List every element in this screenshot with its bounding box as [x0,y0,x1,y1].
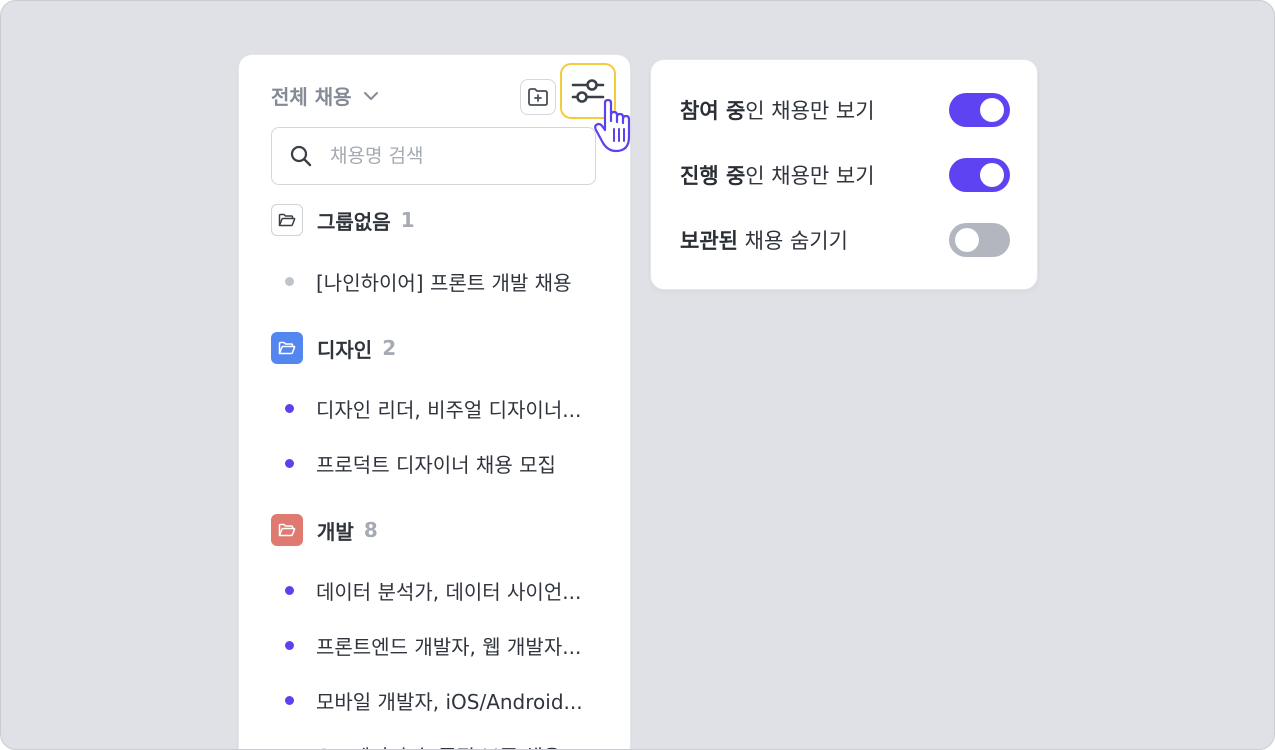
chevron-down-icon [363,91,378,100]
job-title: 데이터 분석가, 데이터 사이언... [316,580,582,604]
status-dot [285,641,294,650]
job-search-field[interactable] [271,127,596,185]
folder-badge [271,204,303,236]
toggle-knob [980,163,1004,187]
filter-options-popover: 참여 중인 채용만 보기 진행 중인 채용만 보기 보관된 채용 숨기기 [650,59,1038,290]
job-title: 모바일 개발자, iOS/Android... [316,690,583,714]
toggle-knob [980,98,1004,122]
job-title: QA 엔지니어, 품질 보증 채용 [316,741,561,749]
folder-badge [271,514,303,546]
toggle-switch[interactable] [949,223,1010,257]
option-row-participating: 참여 중인 채용만 보기 [680,93,1010,127]
toggle-switch[interactable] [949,93,1010,127]
option-label: 진행 중인 채용만 보기 [680,160,875,190]
option-label: 보관된 채용 숨기기 [680,225,848,255]
status-dot [285,404,294,413]
job-list-item[interactable]: 디자인 리더, 비주얼 디자이너... [285,394,581,423]
job-list-item[interactable]: QA 엔지니어, 품질 보증 채용 [285,741,561,749]
scope-dropdown[interactable]: 전체 채용 [271,81,380,110]
toggle-switch[interactable] [949,158,1010,192]
status-dot [285,277,294,286]
folder-open-icon [278,341,296,354]
group-header-development[interactable]: 개발 8 [271,514,378,546]
group-name: 디자인 [317,337,373,362]
status-dot [285,696,294,705]
group-header-ungrouped[interactable]: 그룹없음 1 [271,204,415,236]
folder-open-icon [278,523,296,536]
group-count: 2 [382,336,397,360]
option-label-strong: 참여 중 [680,99,746,123]
option-label-rest: 채용 숨기기 [737,229,848,253]
job-title: 프로덕트 디자이너 채용 모집 [316,453,556,477]
option-row-in-progress: 진행 중인 채용만 보기 [680,158,1010,192]
option-label-rest: 인 채용만 보기 [745,164,875,188]
option-row-hide-archived: 보관된 채용 숨기기 [680,223,1010,257]
job-title: 프론트엔드 개발자, 웹 개발자... [316,635,582,659]
group-name: 개발 [317,519,354,544]
app-canvas: 전체 채용 채용명 검색 그룹없음 1 [나인하이어] 프론트 개발 채용 디자… [0,0,1275,750]
folder-badge [271,332,303,364]
job-list-item[interactable]: 프로덕트 디자이너 채용 모집 [285,449,556,478]
job-title: [나인하이어] 프론트 개발 채용 [316,271,572,295]
status-dot [285,586,294,595]
group-name: 그룹없음 [317,209,391,234]
option-label-strong: 보관된 [680,229,738,253]
option-label: 참여 중인 채용만 보기 [680,95,875,125]
search-input[interactable] [330,145,570,167]
pointer-hand-cursor-icon [594,99,631,153]
group-count: 1 [400,208,415,232]
scope-label: 전체 채용 [271,85,352,109]
folder-open-icon [278,213,296,226]
status-dot [285,459,294,468]
job-list-item[interactable]: 프론트엔드 개발자, 웹 개발자... [285,631,581,660]
option-label-strong: 진행 중 [680,164,746,188]
job-list-panel: 전체 채용 채용명 검색 그룹없음 1 [나인하이어] 프론트 개발 채용 디자… [238,54,631,749]
group-header-design[interactable]: 디자인 2 [271,332,396,364]
job-list-item[interactable]: 데이터 분석가, 데이터 사이언... [285,576,581,605]
job-title: 디자인 리더, 비주얼 디자이너... [316,398,582,422]
job-list-item[interactable]: [나인하이어] 프론트 개발 채용 [285,267,571,296]
toggle-knob [955,228,979,252]
search-icon [290,145,312,167]
option-label-rest: 인 채용만 보기 [745,99,875,123]
folder-plus-icon [528,88,548,106]
group-count: 8 [363,518,378,542]
add-folder-button[interactable] [520,79,556,115]
job-list-item[interactable]: 모바일 개발자, iOS/Android... [285,686,583,715]
